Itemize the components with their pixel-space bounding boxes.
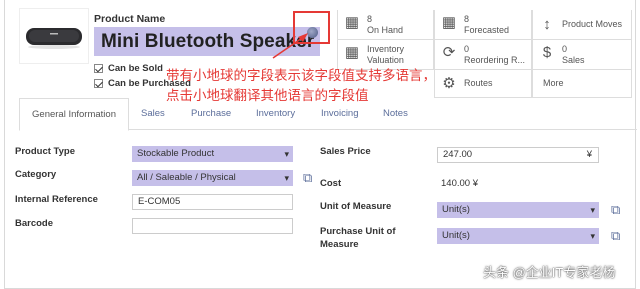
category-select[interactable]: All / Saleable / Physical [132,170,293,186]
purchase-uom-select[interactable]: Unit(s) [437,228,599,244]
notebook-tabs: General Information Sales Purchase Inven… [19,98,637,131]
product-form-sheet: Product Name Mini Bluetooth Speaker Can … [4,0,637,289]
internal-reference-label: Internal Reference [15,194,98,205]
barcode-label: Barcode [15,218,54,229]
annotation-line-1: 带有小地球的字段表示该字段值支持多语言， [166,68,436,83]
cost-label: Cost [320,178,342,189]
cost-value: 140.00 ¥ [441,178,478,189]
tab-general-information[interactable]: General Information [19,98,129,131]
internal-reference-input[interactable]: E-COM05 [132,194,293,210]
purchase-uom-label-2: Measure [320,239,359,250]
sales-price-currency: ¥ [586,149,592,160]
tab-invoicing[interactable]: Invoicing [313,98,367,130]
uom-select[interactable]: Unit(s) [437,202,599,218]
tab-sales[interactable]: Sales [133,98,173,130]
external-link-icon[interactable]: ⧉ [303,171,316,184]
watermark-text: 头条 @企业IT专家老杨 [483,265,616,280]
product-type-select[interactable]: Stockable Product [132,146,293,162]
tab-purchase[interactable]: Purchase [183,98,239,130]
external-link-icon[interactable]: ⧉ [611,229,624,242]
uom-label: Unit of Measure [320,201,392,212]
barcode-input[interactable] [132,218,293,234]
tab-notes[interactable]: Notes [375,98,416,130]
sales-price-value: 247.00 [443,149,473,160]
sales-price-input[interactable]: 247.00 ¥ [437,147,599,163]
sales-price-label: Sales Price [320,146,371,157]
category-label: Category [15,169,57,180]
tab-inventory[interactable]: Inventory [248,98,303,130]
purchase-uom-label-1: Purchase Unit of [320,226,396,237]
external-link-icon[interactable]: ⧉ [611,203,624,216]
product-type-label: Product Type [15,146,75,157]
